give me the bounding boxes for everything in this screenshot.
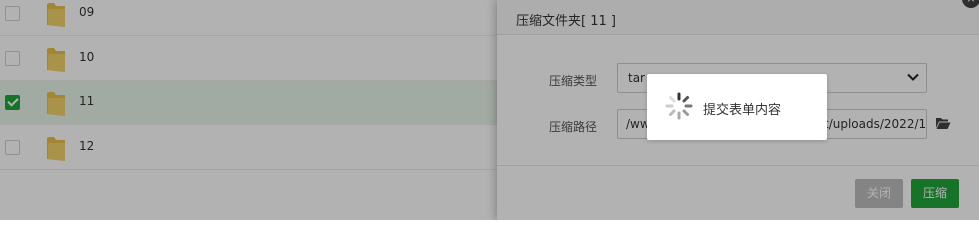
loading-toast: 提交表单内容 (647, 74, 827, 140)
loading-text: 提交表单内容 (703, 103, 782, 118)
spinner-icon (665, 92, 693, 120)
app-window: 09 10 11 12 压缩文件夹[11] 压缩类型 tar 压缩路径 /w… (0, 0, 979, 220)
